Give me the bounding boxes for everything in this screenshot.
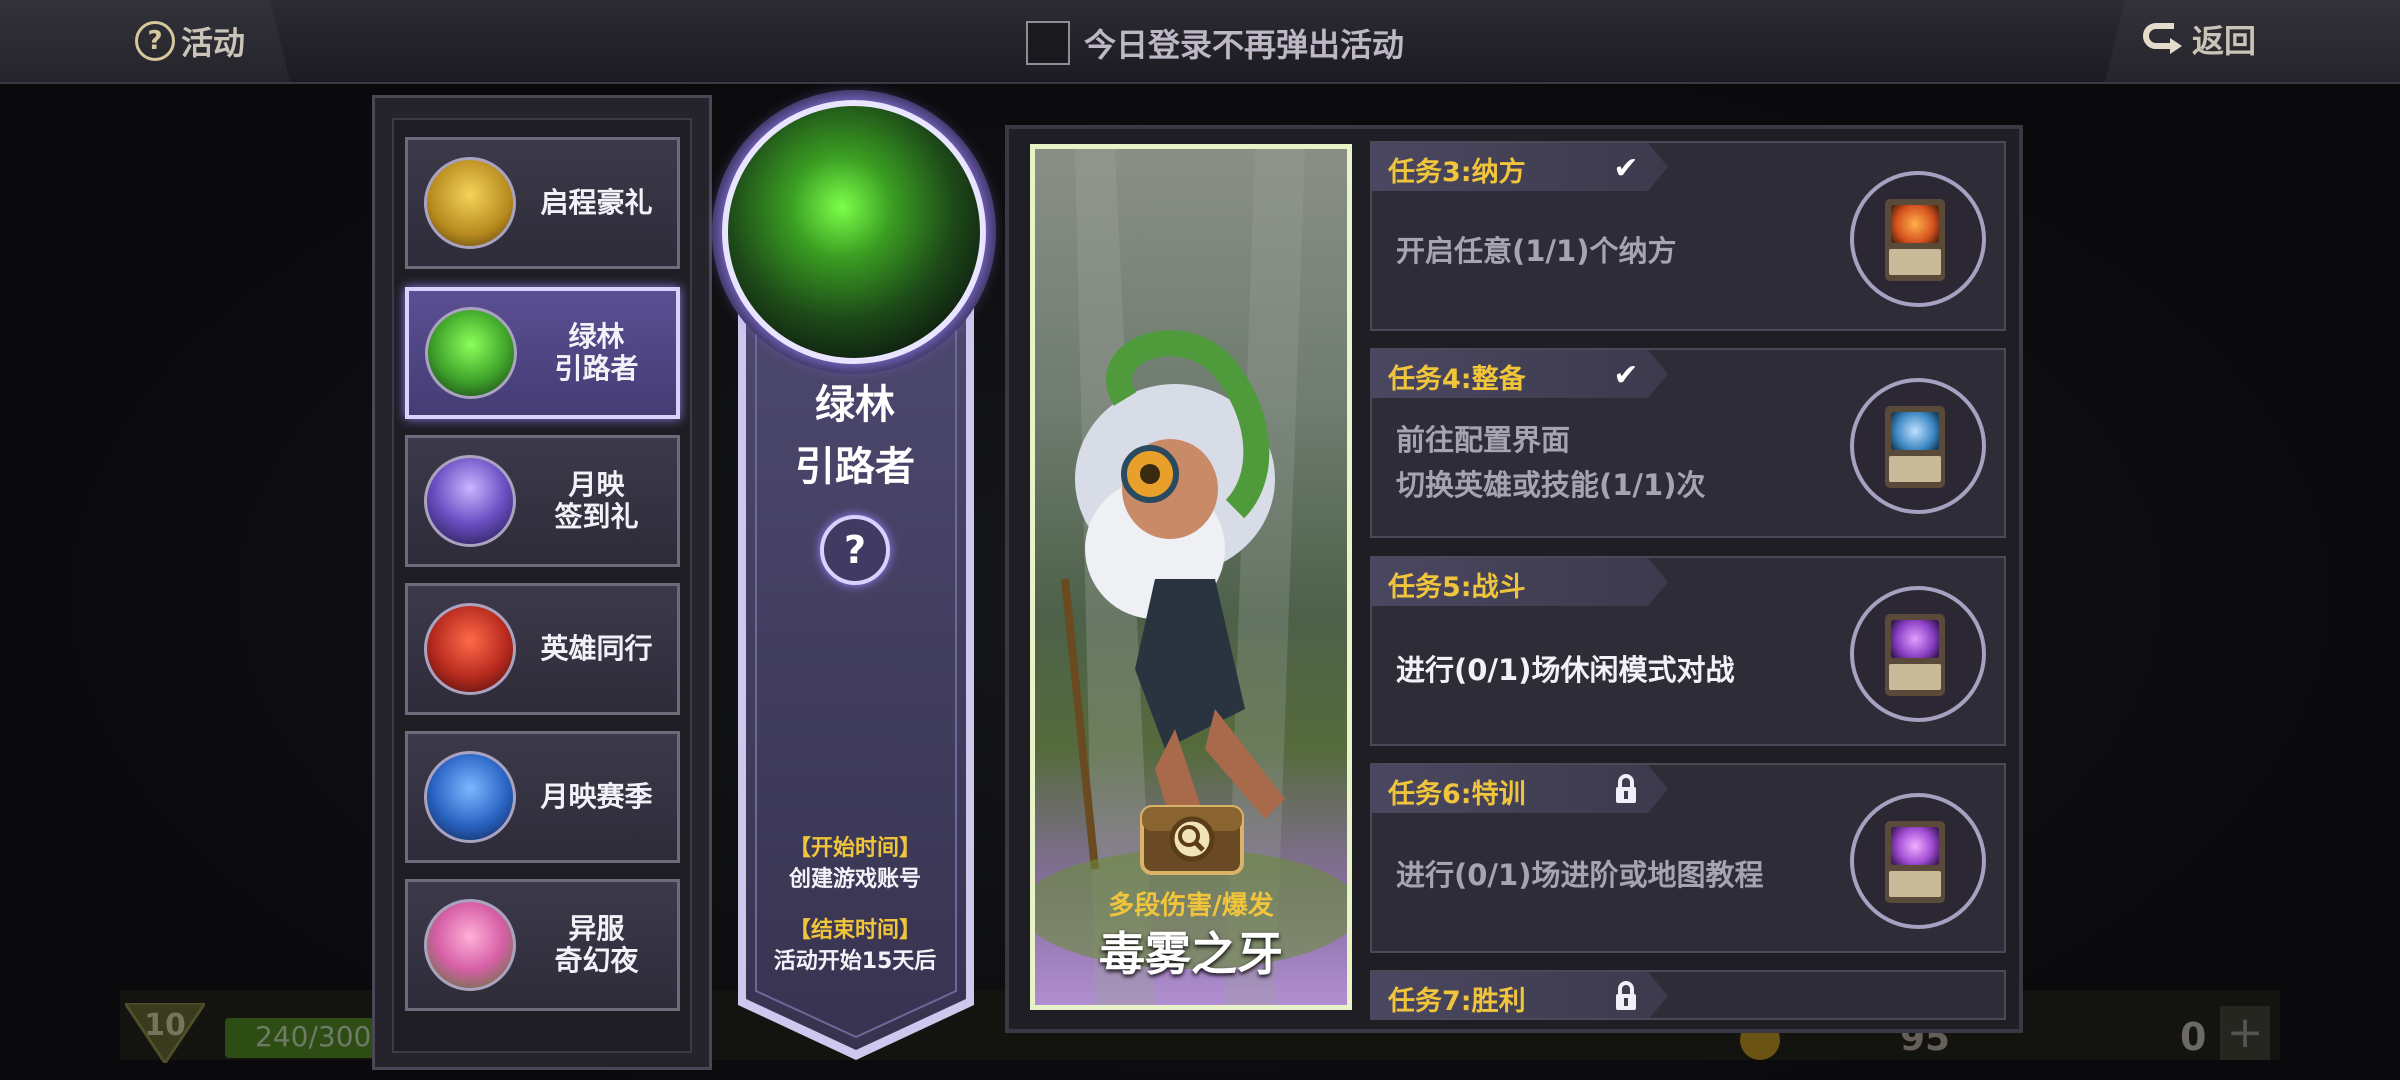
checkmark-icon: ✔ — [1613, 358, 1639, 393]
reward-card-icon — [1885, 614, 1945, 696]
reward-card-icon — [1885, 821, 1945, 903]
purple-moon-icon — [424, 455, 516, 547]
task-title: 任务7:胜利 — [1388, 986, 1526, 1017]
task-description: 开启任意(1/1)个纳方 — [1396, 234, 1677, 268]
activity-help-label: 活动 — [181, 24, 246, 62]
no-popup-label: 今日登录不再弹出活动 — [1084, 26, 1405, 64]
task-reward[interactable] — [1850, 586, 1986, 722]
activity-item-label: 月映赛季 — [540, 780, 653, 813]
hero-card[interactable] — [1030, 144, 1352, 1010]
banner-portrait-image — [722, 100, 986, 364]
reward-card-icon — [1885, 199, 1945, 281]
activity-item-yueying-signin[interactable]: 月映 签到礼 — [405, 435, 680, 567]
lock-icon — [1616, 774, 1636, 803]
activity-item-qicheng[interactable]: 启程豪礼 — [405, 137, 680, 269]
hero-name: 毒雾之牙 — [1099, 927, 1283, 981]
banner-title: 绿林 引路者 — [740, 374, 970, 498]
banner-help-button[interactable]: ? — [820, 515, 890, 585]
start-time-label: 【开始时间】 — [788, 836, 921, 861]
task-title: 任务6:特训 — [1388, 779, 1526, 810]
task-description: 进行(0/1)场进阶或地图教程 — [1396, 858, 1764, 892]
task-title: 任务3:纳方 — [1388, 157, 1526, 188]
add-currency-button[interactable]: + — [2220, 1006, 2270, 1060]
task-reward[interactable] — [1850, 793, 1986, 929]
end-time-label: 【结束时间】 — [788, 918, 921, 943]
task-3: 任务3:纳方 ✔ 开启任意(1/1)个纳方 — [1370, 141, 2006, 331]
activity-help-button[interactable]: ? 活动 — [135, 18, 245, 64]
hero-type: 多段伤害/爆发 — [1108, 891, 1274, 921]
task-6: 任务6:特训 进行(0/1)场进阶或地图教程 — [1370, 763, 2006, 953]
start-time-value: 创建游戏账号 — [788, 867, 921, 892]
pink-clown-icon — [424, 899, 516, 991]
golden-staff-icon — [424, 157, 516, 249]
activity-item-label: 启程豪礼 — [540, 186, 653, 219]
activity-item-lvlin[interactable]: 绿林 引路者 — [405, 287, 680, 419]
task-reward[interactable] — [1850, 378, 1986, 514]
activity-item-yueying-season[interactable]: 月映赛季 — [405, 731, 680, 863]
task-title: 任务5:战斗 — [1388, 572, 1526, 603]
back-button[interactable]: 返回 — [2140, 16, 2256, 62]
task-7: 任务7:胜利 — [1370, 970, 2006, 1020]
xp-text: 240/300 — [255, 1020, 372, 1053]
level-badge-icon: 10 — [125, 1003, 205, 1063]
back-label: 返回 — [2192, 22, 2257, 60]
activity-item-label: 异服 奇幻夜 — [554, 912, 639, 977]
no-popup-checkbox[interactable] — [1026, 21, 1070, 65]
banner-title-line2: 引路者 — [795, 444, 915, 490]
activity-item-yifu[interactable]: 异服 奇幻夜 — [405, 879, 680, 1011]
question-icon: ? — [135, 21, 175, 61]
activity-item-label: 月映 签到礼 — [554, 468, 639, 533]
red-heroes-icon — [424, 603, 516, 695]
task-title: 任务4:整备 — [1388, 364, 1526, 395]
end-time-value: 活动开始15天后 — [773, 949, 937, 974]
level-value: 10 — [144, 1008, 186, 1043]
return-arrow-icon — [2143, 23, 2182, 54]
checkmark-icon: ✔ — [1613, 151, 1639, 186]
task-description: 前往配置界面 切换英雄或技能(1/1)次 — [1396, 423, 1706, 502]
task-reward[interactable] — [1850, 171, 1986, 307]
task-5: 任务5:战斗 进行(0/1)场休闲模式对战 — [1370, 556, 2006, 746]
task-4: 任务4:整备 ✔ 前往配置界面 切换英雄或技能(1/1)次 — [1370, 348, 2006, 538]
banner-title-line1: 绿林 — [815, 382, 895, 428]
lock-icon — [1616, 981, 1636, 1010]
activity-item-label: 英雄同行 — [540, 632, 653, 665]
activity-item-heroes[interactable]: 英雄同行 — [405, 583, 680, 715]
gem-value: 0 — [2180, 1015, 2207, 1059]
task-description: 进行(0/1)场休闲模式对战 — [1396, 653, 1735, 687]
activity-item-label: 绿林 引路者 — [554, 320, 639, 385]
chest-search-icon[interactable] — [1137, 797, 1247, 877]
reward-card-icon — [1885, 406, 1945, 488]
green-ranger-icon — [425, 307, 517, 399]
blue-wolf-icon — [424, 751, 516, 843]
no-popup-toggle[interactable]: 今日登录不再弹出活动 — [1026, 20, 1404, 66]
